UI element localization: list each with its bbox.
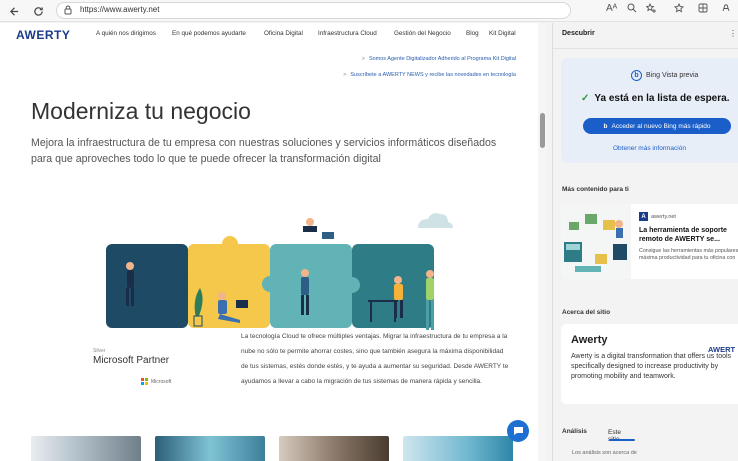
- puzzle-illustration: [106, 213, 453, 330]
- thumbnail-image[interactable]: [403, 436, 513, 461]
- nav-item-a-quien[interactable]: A quién nos dirigimos: [96, 30, 156, 37]
- site-name: Awerty: [571, 334, 608, 346]
- refresh-icon[interactable]: [30, 2, 46, 20]
- more-options-icon[interactable]: ⋮: [729, 29, 737, 38]
- hero-subtitle: Mejora la infraestructura de tu empresa …: [31, 137, 497, 165]
- lock-icon[interactable]: [64, 5, 72, 17]
- bing-icon: b: [603, 122, 608, 130]
- bing-preview-card: b Bing Vista previa ✓ Ya está en la lista…: [561, 58, 738, 163]
- read-aloud-icon[interactable]: Aᴬ: [606, 3, 617, 14]
- partner-tagline-placeholder: [93, 367, 171, 372]
- thumbnail-row: [31, 436, 531, 461]
- nav-item-kit-digital[interactable]: Kit Digital: [489, 30, 516, 37]
- microsoft-partner-badge: Silver Microsoft Partner Microsoft: [93, 348, 171, 385]
- access-bing-button[interactable]: b Acceder al nuevo Bing más rápido: [583, 118, 731, 134]
- discover-sidebar: Descubrir ⋮ b Bing Vista previa ✓ Ya está…: [552, 23, 738, 461]
- nav-item-gestion-negocio[interactable]: Gestión del Negocio: [394, 30, 451, 37]
- analysis-description: Los análisis son acerca de: [572, 450, 637, 456]
- copilot-icon[interactable]: [721, 3, 731, 16]
- hero-title: Moderniza tu negocio: [31, 98, 251, 124]
- browser-toolbar: https://www.awerty.net Aᴬ: [0, 0, 738, 22]
- microsoft-logo: Microsoft: [141, 378, 171, 385]
- more-content-heading: Más contenido para ti: [562, 186, 629, 193]
- news-link-subscribe[interactable]: > Suscríbete a AWERTY NEWS y recibe las n…: [343, 72, 516, 78]
- bing-label: b Bing Vista previa: [631, 70, 698, 81]
- arrow-left-icon[interactable]: [6, 2, 22, 20]
- zoom-icon[interactable]: [627, 3, 637, 16]
- collections-icon[interactable]: [673, 2, 685, 16]
- page-scrollbar[interactable]: [538, 23, 547, 461]
- news-link-kit-digital[interactable]: > Somos Agente Digitalizador Adherido al …: [362, 56, 516, 62]
- thumbnail-image[interactable]: [279, 436, 389, 461]
- nav-item-infraestructura-cloud[interactable]: Infraestructura Cloud: [318, 30, 377, 37]
- sidebar-title: Descubrir: [562, 30, 595, 37]
- scrollbar-thumb[interactable]: [540, 113, 545, 148]
- favorite-icon[interactable]: [645, 2, 657, 16]
- extensions-icon[interactable]: [698, 3, 708, 16]
- tab-analysis[interactable]: Análisis: [562, 428, 587, 435]
- url-text: https://www.awerty.net: [80, 5, 160, 14]
- article-title[interactable]: La herramienta de soporte remoto de AWER…: [639, 226, 738, 244]
- chevron-right-icon: >: [361, 56, 365, 62]
- partner-name: Microsoft Partner: [93, 355, 170, 366]
- nav-item-oficina-digital[interactable]: Oficina Digital: [264, 30, 303, 37]
- thumbnail-image[interactable]: [31, 436, 141, 461]
- divider: [553, 48, 738, 49]
- bing-icon: b: [631, 70, 642, 81]
- microsoft-icon: [141, 378, 148, 385]
- learn-more-link[interactable]: Obtener más información: [613, 145, 686, 152]
- web-page: AWERTY A quién nos dirigimos En qué pode…: [0, 23, 547, 461]
- article-description: Consigue las herramientas más populares …: [639, 248, 738, 261]
- partner-level: Silver: [93, 348, 106, 354]
- article-card[interactable]: A awerty.net La herramienta de soporte r…: [561, 204, 738, 279]
- article-source: A awerty.net: [639, 212, 676, 221]
- active-tab-indicator: [609, 439, 635, 441]
- site-description: Awerty is a digital transformation that …: [571, 353, 732, 380]
- cloud-description: La tecnología Cloud te ofrece múltiples …: [241, 333, 509, 385]
- nav-item-en-que[interactable]: En qué podemos ayudarte: [172, 30, 246, 37]
- about-site-heading: Acerca del sitio: [562, 309, 611, 316]
- site-favicon-icon: A: [639, 212, 648, 221]
- waitlist-status: ✓ Ya está en la lista de espera.: [581, 93, 730, 104]
- article-thumbnail: [561, 204, 631, 279]
- chevron-right-icon: >: [343, 72, 347, 78]
- checkmark-icon: ✓: [581, 93, 590, 104]
- address-bar[interactable]: https://www.awerty.net: [56, 2, 571, 19]
- nav-item-blog[interactable]: Blog: [466, 30, 479, 37]
- site-logo[interactable]: AWERTY: [16, 28, 70, 42]
- chat-icon[interactable]: [507, 420, 529, 442]
- thumbnail-image[interactable]: [155, 436, 265, 461]
- about-site-card[interactable]: Awerty AWERT Awerty is a digital transfo…: [561, 324, 738, 404]
